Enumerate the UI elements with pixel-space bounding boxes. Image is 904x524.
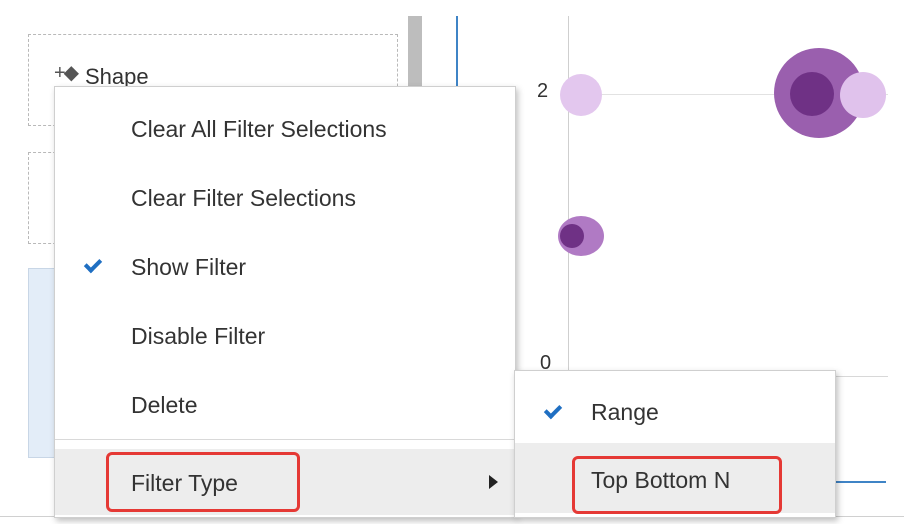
- menu-item-disable-filter[interactable]: Disable Filter: [55, 302, 515, 368]
- chart-bubble[interactable]: [790, 72, 834, 116]
- menu-item-clear-all-filter-selections[interactable]: Clear All Filter Selections: [55, 95, 515, 161]
- menu-item-label: Disable Filter: [131, 323, 266, 349]
- checkmark-icon: [83, 254, 103, 274]
- chart-y-axis: [568, 16, 569, 376]
- menu-item-label: Show Filter: [131, 254, 247, 280]
- highlight-box: [572, 456, 782, 514]
- chart-line: [834, 481, 886, 483]
- checkmark-icon: [543, 400, 563, 420]
- menu-item-label: Clear Filter Selections: [131, 185, 356, 211]
- chart-bubble[interactable]: [560, 224, 584, 248]
- y-tick-label: 2: [537, 80, 549, 102]
- menu-item-clear-filter-selections[interactable]: Clear Filter Selections: [55, 164, 515, 230]
- menu-item-label: Clear All Filter Selections: [131, 116, 387, 142]
- menu-separator: [55, 439, 515, 440]
- submenu-item-label: Range: [591, 399, 659, 425]
- highlight-box: [106, 452, 300, 512]
- menu-item-label: Delete: [131, 392, 198, 418]
- triangle-right-icon: [489, 475, 498, 489]
- chart-gridline: [834, 376, 888, 377]
- menu-item-delete[interactable]: Delete: [55, 371, 515, 437]
- plus-diamond-icon: +◆: [54, 62, 79, 84]
- menu-item-show-filter[interactable]: Show Filter: [55, 233, 515, 299]
- chart-bubble[interactable]: [840, 72, 886, 118]
- submenu-item-range[interactable]: Range: [515, 375, 835, 445]
- chart-bubble[interactable]: [560, 74, 602, 116]
